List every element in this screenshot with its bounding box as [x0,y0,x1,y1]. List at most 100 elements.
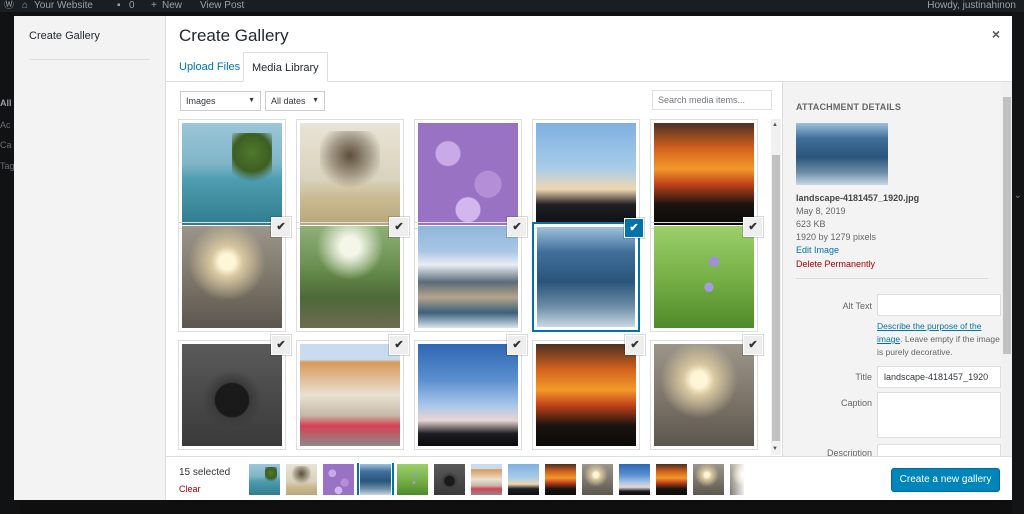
dropdown-caret-icon: ▼ [312,97,319,104]
modal-title: Create Gallery [179,26,289,45]
view-post-link[interactable]: View Post [200,0,244,12]
close-icon[interactable]: × [992,26,1000,42]
selected-thumbnail[interactable] [693,464,724,495]
menu-separator [29,59,150,60]
check-icon[interactable]: ✔ [743,217,763,237]
details-divider [796,278,988,279]
title-field[interactable]: landscape-4181457_1920 [877,366,1001,388]
check-icon[interactable]: ✔ [389,217,409,237]
details-scrollbar[interactable] [1002,82,1012,456]
check-icon[interactable]: ✔ [743,335,763,355]
thumbnail-image [418,123,518,225]
attachment-tile-active[interactable]: ✔ [532,218,644,332]
attachment-tile[interactable]: ✔ [650,335,763,450]
selected-thumbnail[interactable] [471,464,502,495]
selected-thumbnail[interactable] [545,464,576,495]
attachment-tile[interactable]: ✔ [532,335,645,450]
grid-scrollbar[interactable]: ▲ ▼ [771,119,781,455]
alt-text-label: Alt Text [842,301,872,311]
media-type-filter[interactable]: Images ▼ [180,91,261,111]
attachment-tile[interactable]: ✔ [650,217,763,332]
selected-thumbnail[interactable] [397,464,428,495]
edit-image-link[interactable]: Edit Image [796,245,839,255]
date-filter[interactable]: All dates ▼ [265,91,325,111]
page-backdrop-right: ⌄ [1012,12,1024,514]
thumbnail-image [418,344,518,446]
dropdown-caret-icon: ▼ [248,97,255,104]
details-dimensions: 1920 by 1279 pixels [796,232,877,242]
selected-thumbnail[interactable] [434,464,465,495]
media-frame-menu: Create Gallery [14,16,166,500]
selected-thumbnail[interactable] [323,464,354,495]
delete-permanently-link[interactable]: Delete Permanently [796,259,875,269]
search-input[interactable]: Search media items... [652,90,772,110]
create-new-gallery-button[interactable]: Create a new gallery [891,468,1000,492]
howdy-user-link[interactable]: Howdy, justinahinon [927,0,1016,12]
details-date: May 8, 2019 [796,206,846,216]
description-field[interactable] [877,444,1001,456]
attachment-tile[interactable]: ✔ [414,217,527,332]
check-icon[interactable]: ✔ [507,335,527,355]
attachment-tile[interactable]: ✔ [296,335,409,450]
thumbnail-image [654,226,754,328]
check-icon[interactable]: ✔ [625,335,645,355]
scroll-down-arrow-icon[interactable]: ▼ [772,446,778,452]
comments-icon[interactable]: ▪ [117,0,121,12]
details-file-size: 623 KB [796,219,826,229]
selected-thumbnail[interactable] [582,464,613,495]
admin-menu-fragment: Ac [0,120,11,130]
thumbnail-image [536,123,636,225]
date-filter-value: All dates [271,96,306,106]
check-icon[interactable]: ✔ [271,335,291,355]
selected-thumbnail-active[interactable] [357,463,394,495]
thumbnail-image [300,123,400,225]
scrollbar-thumb[interactable] [1003,97,1011,354]
new-link[interactable]: New [162,0,182,12]
attachment-tile[interactable]: ✔ [178,217,291,332]
attachment-tile[interactable] [178,119,286,229]
tab-media-library[interactable]: Media Library [243,52,328,82]
check-icon[interactable]: ✔ [271,217,291,237]
thumbnail-image [182,226,282,328]
menu-item-create-gallery[interactable]: Create Gallery [29,30,100,42]
admin-menu-fragment: Ca [0,140,12,150]
attachment-tile[interactable] [650,119,758,229]
thumbnail-image [300,344,400,446]
thumbnail-image [654,344,754,446]
comments-count[interactable]: 0 [129,0,135,12]
alt-text-field[interactable] [877,294,1001,316]
attachment-tile[interactable] [296,119,404,229]
attachment-tile[interactable] [532,119,640,229]
tab-upload-files[interactable]: Upload Files [171,52,248,82]
check-icon[interactable]: ✔ [507,217,527,237]
chevron-down-icon: ⌄ [1013,190,1022,201]
attachment-tile[interactable]: ✔ [178,335,291,450]
attachment-tile[interactable]: ✔ [414,335,527,450]
wordpress-logo-icon[interactable]: Ⓦ [4,0,14,12]
check-icon[interactable]: ✔ [389,335,409,355]
router-tabs: Upload Files Media Library [166,52,1012,82]
selected-thumbnail[interactable] [656,464,687,495]
clear-selection-link[interactable]: Clear [179,484,201,494]
selection-count: 15 selected [179,467,231,478]
selected-thumbnail[interactable] [286,464,317,495]
selected-thumbnail[interactable] [619,464,650,495]
caption-field[interactable] [877,392,1001,438]
attachment-tile[interactable] [414,119,522,229]
thumbnail-image [537,227,635,327]
check-icon[interactable]: ✔ [624,218,644,238]
alt-text-help: Describe the purpose of the image. Leave… [877,320,1001,359]
selected-thumbnail[interactable] [249,464,280,495]
scroll-up-arrow-icon[interactable]: ▲ [772,122,778,128]
details-filename: landscape-4181457_1920.jpg [796,193,920,203]
selected-thumbnail[interactable] [508,464,539,495]
details-heading: ATTACHMENT DETAILS [796,102,902,112]
strip-fade [726,463,746,495]
site-name-link[interactable]: Your Website [34,0,93,12]
title-label: Title [855,372,872,382]
admin-menu-fragment: Tag [0,161,15,171]
media-modal: Create Gallery Create Gallery × Upload F… [14,16,1012,500]
selection-strip [249,463,744,495]
scrollbar-thumb[interactable] [772,155,780,441]
attachment-tile[interactable]: ✔ [296,217,409,332]
